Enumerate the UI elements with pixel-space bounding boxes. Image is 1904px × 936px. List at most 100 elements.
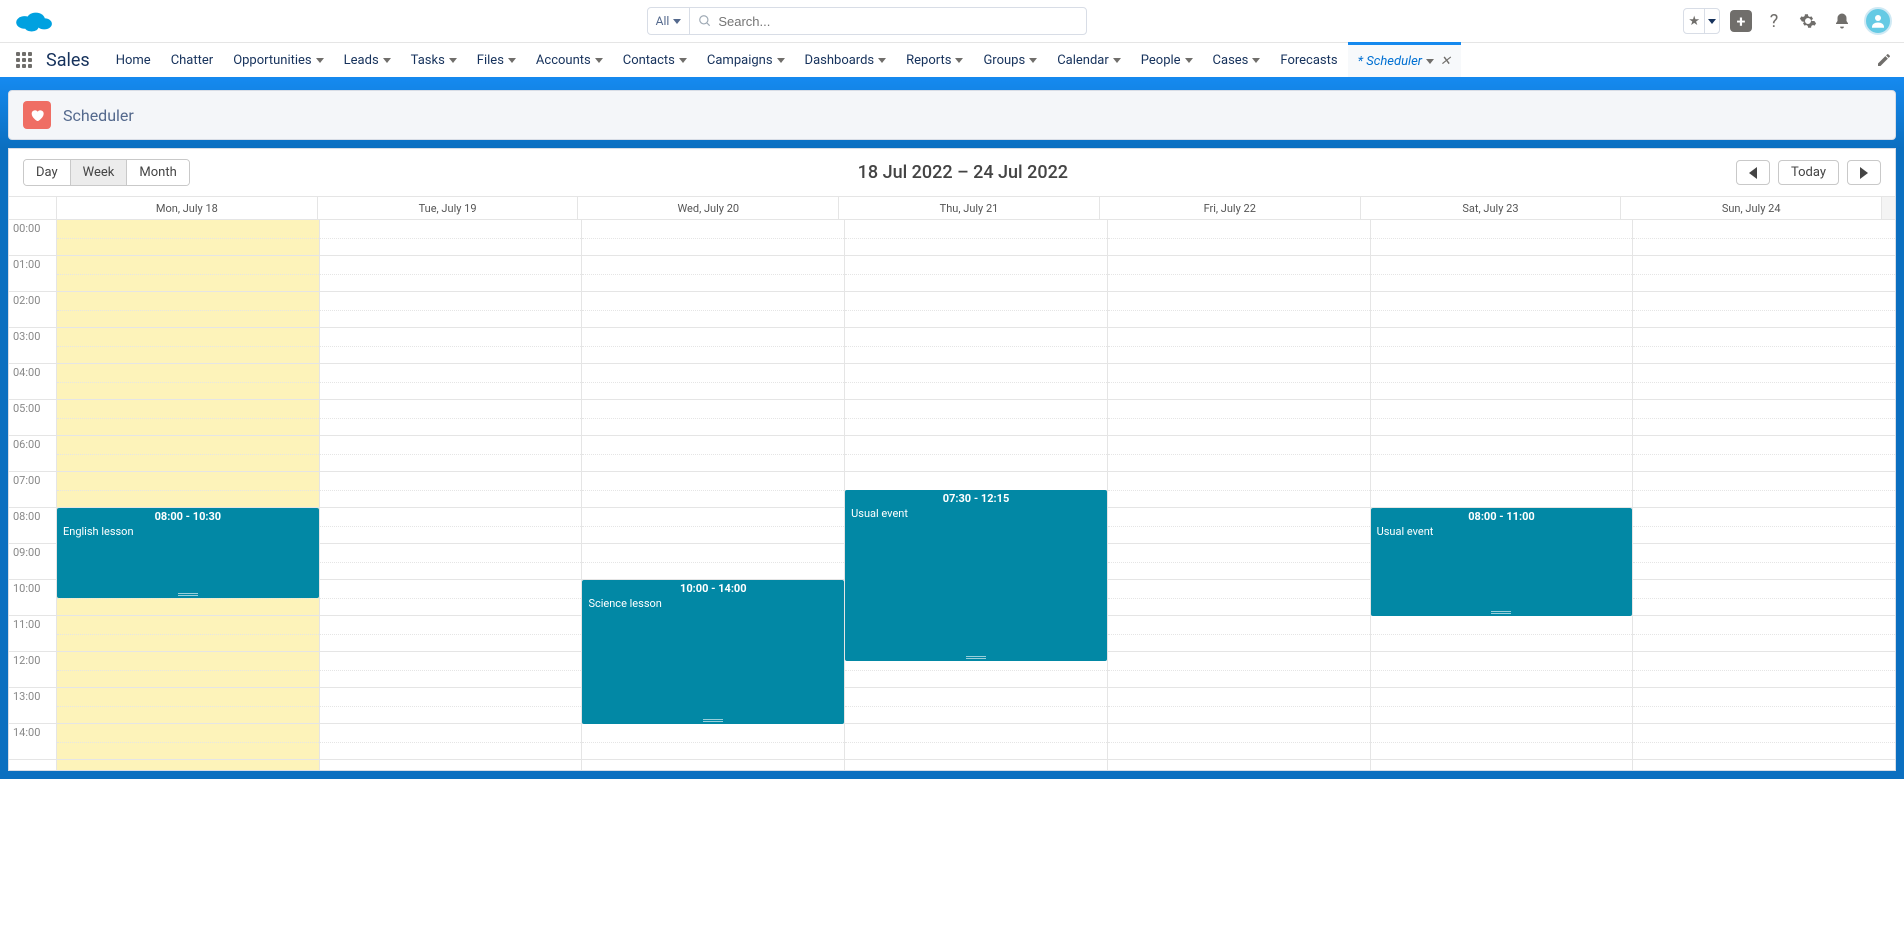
hour-cell[interactable] [582,364,844,400]
hour-cell[interactable] [1108,328,1370,364]
favorites-button[interactable]: ★ [1683,8,1720,34]
edit-nav-button[interactable] [1876,43,1892,77]
hour-cell[interactable] [57,652,319,688]
search-scope-dropdown[interactable]: All [648,8,691,34]
hour-cell[interactable] [845,292,1107,328]
nav-item-tasks[interactable]: Tasks [401,43,467,77]
hour-cell[interactable] [1371,256,1633,292]
event-resize-handle[interactable] [703,719,723,722]
hour-cell[interactable] [582,508,844,544]
hour-cell[interactable] [1108,652,1370,688]
hour-cell[interactable] [1371,652,1633,688]
day-column[interactable]: 08:00 - 11:00Usual event [1371,220,1634,770]
hour-cell[interactable] [1633,364,1895,400]
tab-scheduler[interactable]: * Scheduler ✕ [1348,42,1461,77]
hour-cell[interactable] [1633,292,1895,328]
hour-cell[interactable] [57,436,319,472]
hour-cell[interactable] [1108,580,1370,616]
hour-cell[interactable] [320,400,582,436]
hour-cell[interactable] [1633,724,1895,760]
hour-cell[interactable] [57,616,319,652]
nav-item-campaigns[interactable]: Campaigns [697,43,795,77]
day-column[interactable]: 08:00 - 10:30English lesson [57,220,320,770]
chevron-down-icon[interactable] [1252,58,1260,63]
hour-cell[interactable] [1108,544,1370,580]
hour-cell[interactable] [57,364,319,400]
hour-cell[interactable] [582,436,844,472]
hour-cell[interactable] [845,400,1107,436]
nav-item-groups[interactable]: Groups [973,43,1047,77]
hour-cell[interactable] [1371,400,1633,436]
nav-item-forecasts[interactable]: Forecasts [1270,43,1347,77]
nav-item-opportunities[interactable]: Opportunities [223,43,333,77]
global-search[interactable]: All [647,7,1087,35]
hour-cell[interactable] [1371,472,1633,508]
hour-cell[interactable] [320,580,582,616]
chevron-down-icon[interactable] [679,58,687,63]
chevron-down-icon[interactable] [1426,59,1434,64]
hour-cell[interactable] [1371,328,1633,364]
nav-item-people[interactable]: People [1131,43,1203,77]
help-button[interactable]: ? [1762,9,1786,33]
hour-cell[interactable] [57,400,319,436]
chevron-down-icon[interactable] [383,58,391,63]
chevron-down-icon[interactable] [955,58,963,63]
chevron-down-icon[interactable] [777,58,785,63]
view-month-button[interactable]: Month [127,160,188,185]
hour-cell[interactable] [320,256,582,292]
chevron-down-icon[interactable] [878,58,886,63]
calendar-scroll[interactable]: 00:0001:0002:0003:0004:0005:0006:0007:00… [9,220,1895,770]
hour-cell[interactable] [845,328,1107,364]
hour-cell[interactable] [57,256,319,292]
chevron-down-icon[interactable] [316,58,324,63]
calendar-event[interactable]: 08:00 - 11:00Usual event [1371,508,1633,616]
hour-cell[interactable] [1633,508,1895,544]
event-resize-handle[interactable] [1491,611,1511,614]
hour-cell[interactable] [320,436,582,472]
chevron-down-icon[interactable] [1185,58,1193,63]
hour-cell[interactable] [582,472,844,508]
calendar-event[interactable]: 07:30 - 12:15Usual event [845,490,1107,661]
nav-item-calendar[interactable]: Calendar [1047,43,1131,77]
hour-cell[interactable] [1371,292,1633,328]
hour-cell[interactable] [1108,616,1370,652]
hour-cell[interactable] [57,220,319,256]
today-button[interactable]: Today [1778,160,1839,185]
prev-button[interactable] [1736,160,1770,185]
hour-cell[interactable] [1633,472,1895,508]
hour-cell[interactable] [1108,724,1370,760]
hour-cell[interactable] [1633,400,1895,436]
setup-button[interactable] [1796,9,1820,33]
hour-cell[interactable] [1108,256,1370,292]
hour-cell[interactable] [1371,724,1633,760]
hour-cell[interactable] [1633,436,1895,472]
nav-item-chatter[interactable]: Chatter [161,43,224,77]
hour-cell[interactable] [320,688,582,724]
hour-cell[interactable] [320,328,582,364]
hour-cell[interactable] [57,472,319,508]
hour-cell[interactable] [582,544,844,580]
nav-item-reports[interactable]: Reports [896,43,973,77]
chevron-down-icon[interactable] [508,58,516,63]
hour-cell[interactable] [57,292,319,328]
nav-item-leads[interactable]: Leads [334,43,401,77]
hour-cell[interactable] [1371,436,1633,472]
view-day-button[interactable]: Day [24,160,71,185]
hour-cell[interactable] [845,436,1107,472]
chevron-down-icon[interactable] [1029,58,1037,63]
hour-cell[interactable] [1633,328,1895,364]
day-column[interactable] [320,220,583,770]
hour-cell[interactable] [320,292,582,328]
hour-cell[interactable] [320,544,582,580]
hour-cell[interactable] [57,724,319,760]
chevron-down-icon[interactable] [1704,9,1719,33]
day-column[interactable] [1108,220,1371,770]
chevron-down-icon[interactable] [449,58,457,63]
hour-cell[interactable] [1633,616,1895,652]
nav-item-dashboards[interactable]: Dashboards [795,43,897,77]
hour-cell[interactable] [1633,544,1895,580]
hour-cell[interactable] [1108,472,1370,508]
hour-cell[interactable] [1371,220,1633,256]
hour-cell[interactable] [1633,652,1895,688]
day-column[interactable] [1633,220,1895,770]
